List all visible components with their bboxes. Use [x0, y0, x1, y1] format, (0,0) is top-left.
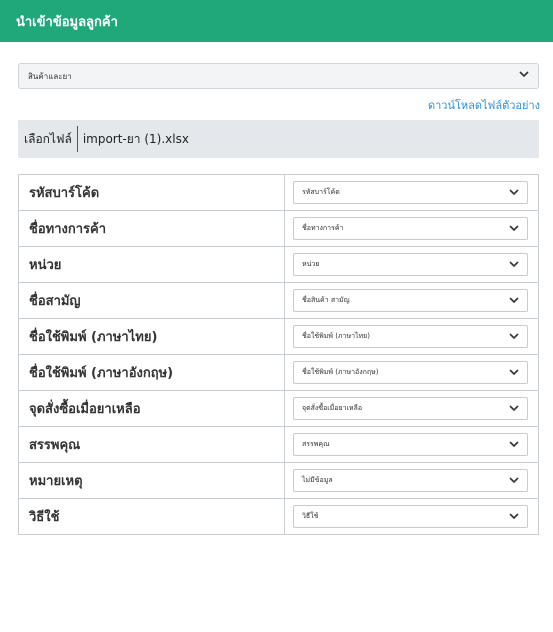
column-select[interactable]: หน่วย: [293, 253, 528, 276]
choose-file-button[interactable]: เลือกไฟล์: [18, 130, 77, 149]
chevron-down-icon: [509, 223, 519, 233]
column-select-value: ชื่อใช้พิมพ์ (ภาษาอังกฤษ): [302, 368, 379, 376]
field-label: วิธีใช้: [18, 498, 285, 535]
table-row: ชื่อใช้พิมพ์ (ภาษาไทย) ชื่อใช้พิมพ์ (ภาษ…: [18, 318, 539, 355]
field-label: ชื่อใช้พิมพ์ (ภาษาไทย): [18, 318, 285, 355]
column-select-value: ไม่มีข้อมูล: [302, 476, 333, 484]
column-select[interactable]: ชื่อสินค้า สามัญ: [293, 289, 528, 312]
chevron-down-icon: [509, 259, 519, 269]
field-label: สรรพคุณ: [18, 426, 285, 463]
table-row: ชื่อสามัญ ชื่อสินค้า สามัญ: [18, 282, 539, 319]
column-select-value: วิธีใช้: [302, 512, 319, 520]
field-mapping-table: รหัสบาร์โค้ด รหัสบาร์โค้ด ชื่อทางการค้า …: [18, 174, 539, 535]
column-select-value: สรรพคุณ: [302, 440, 330, 448]
download-sample-link[interactable]: ดาวน์โหลดไฟล์ตัวอย่าง: [428, 96, 540, 114]
chevron-down-icon: [509, 403, 519, 413]
table-row: สรรพคุณ สรรพคุณ: [18, 426, 539, 463]
column-select[interactable]: ชื่อใช้พิมพ์ (ภาษาอังกฤษ): [293, 361, 528, 384]
field-label: หน่วย: [18, 246, 285, 283]
column-select[interactable]: สรรพคุณ: [293, 433, 528, 456]
category-select-value: สินค้าและยา: [28, 71, 72, 81]
field-label: ชื่อใช้พิมพ์ (ภาษาอังกฤษ): [18, 354, 285, 391]
column-select[interactable]: ไม่มีข้อมูล: [293, 469, 528, 492]
chevron-down-icon: [509, 367, 519, 377]
chevron-down-icon: [509, 439, 519, 449]
chevron-down-icon: [509, 511, 519, 521]
column-select-value: ชื่อใช้พิมพ์ (ภาษาไทย): [302, 332, 370, 340]
column-select[interactable]: วิธีใช้: [293, 505, 528, 528]
field-label: ชื่อทางการค้า: [18, 210, 285, 247]
column-select-value: ชื่อทางการค้า: [302, 224, 344, 232]
column-select[interactable]: จุดสั่งซื้อเมื่อยาเหลือ: [293, 397, 528, 420]
chevron-down-icon: [509, 331, 519, 341]
table-row: รหัสบาร์โค้ด รหัสบาร์โค้ด: [18, 174, 539, 211]
field-label: ชื่อสามัญ: [18, 282, 285, 319]
table-row: ชื่อใช้พิมพ์ (ภาษาอังกฤษ) ชื่อใช้พิมพ์ (…: [18, 354, 539, 391]
field-label: รหัสบาร์โค้ด: [18, 174, 285, 211]
table-row: วิธีใช้ วิธีใช้: [18, 498, 539, 535]
chevron-down-icon: [509, 295, 519, 305]
column-select[interactable]: ชื่อทางการค้า: [293, 217, 528, 240]
column-select-value: จุดสั่งซื้อเมื่อยาเหลือ: [302, 404, 363, 412]
chevron-down-icon: [509, 187, 519, 197]
page-header: นำเข้าข้อมูลลูกค้า: [0, 0, 553, 42]
table-row: หมายเหตุ ไม่มีข้อมูล: [18, 462, 539, 499]
table-row: จุดสั่งซื้อเมื่อยาเหลือ จุดสั่งซื้อเมื่อ…: [18, 390, 539, 427]
column-select-value: หน่วย: [302, 260, 320, 268]
category-select[interactable]: สินค้าและยา: [18, 63, 539, 89]
column-select-value: รหัสบาร์โค้ด: [302, 188, 340, 196]
file-divider: [76, 126, 78, 152]
column-select-value: ชื่อสินค้า สามัญ: [302, 296, 350, 304]
file-input[interactable]: เลือกไฟล์ import-ยา (1).xlsx: [18, 120, 539, 158]
chevron-down-icon: [509, 475, 519, 485]
field-label: จุดสั่งซื้อเมื่อยาเหลือ: [18, 390, 285, 427]
column-select[interactable]: รหัสบาร์โค้ด: [293, 181, 528, 204]
file-name: import-ยา (1).xlsx: [82, 131, 189, 146]
table-row: ชื่อทางการค้า ชื่อทางการค้า: [18, 210, 539, 247]
page-title: นำเข้าข้อมูลลูกค้า: [16, 14, 118, 30]
table-row: หน่วย หน่วย: [18, 246, 539, 283]
column-select[interactable]: ชื่อใช้พิมพ์ (ภาษาไทย): [293, 325, 528, 348]
field-label: หมายเหตุ: [18, 462, 285, 499]
chevron-down-icon: [519, 69, 529, 79]
